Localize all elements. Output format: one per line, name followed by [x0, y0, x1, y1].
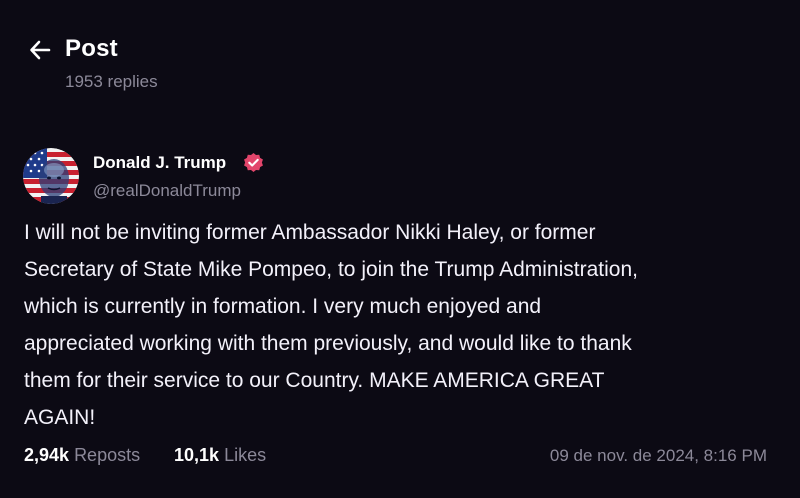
likes-label: Likes — [224, 445, 267, 465]
avatar[interactable] — [23, 148, 79, 204]
post-timestamp: 09 de nov. de 2024, 8:16 PM — [549, 446, 767, 465]
arrow-left-icon — [30, 40, 51, 60]
likes-count: 10,1k — [174, 445, 220, 465]
post-view: Post 1953 replies Donald J. Trump @realD… — [0, 0, 800, 498]
author-name[interactable]: Donald J. Trump — [93, 153, 226, 173]
verified-check-icon — [243, 152, 264, 173]
reposts-label: Reposts — [74, 445, 141, 465]
post-body: I will not be inviting former Ambassador… — [24, 221, 638, 429]
reposts-count: 2,94k — [24, 445, 70, 465]
flag-portrait-avatar — [23, 148, 79, 204]
post-stats: 2,94k Reposts 10,1k Likes 09 de nov. de … — [24, 445, 774, 469]
author-handle[interactable]: @realDonaldTrump — [93, 181, 241, 201]
likes-stat[interactable]: 10,1k Likes — [174, 445, 266, 466]
back-button[interactable] — [27, 37, 53, 63]
replies-count: 1953 replies — [65, 72, 158, 91]
reposts-stat[interactable]: 2,94k Reposts — [24, 445, 140, 466]
page-title: Post — [65, 35, 118, 62]
author-row: Donald J. Trump @realDonaldTrump — [23, 148, 423, 208]
